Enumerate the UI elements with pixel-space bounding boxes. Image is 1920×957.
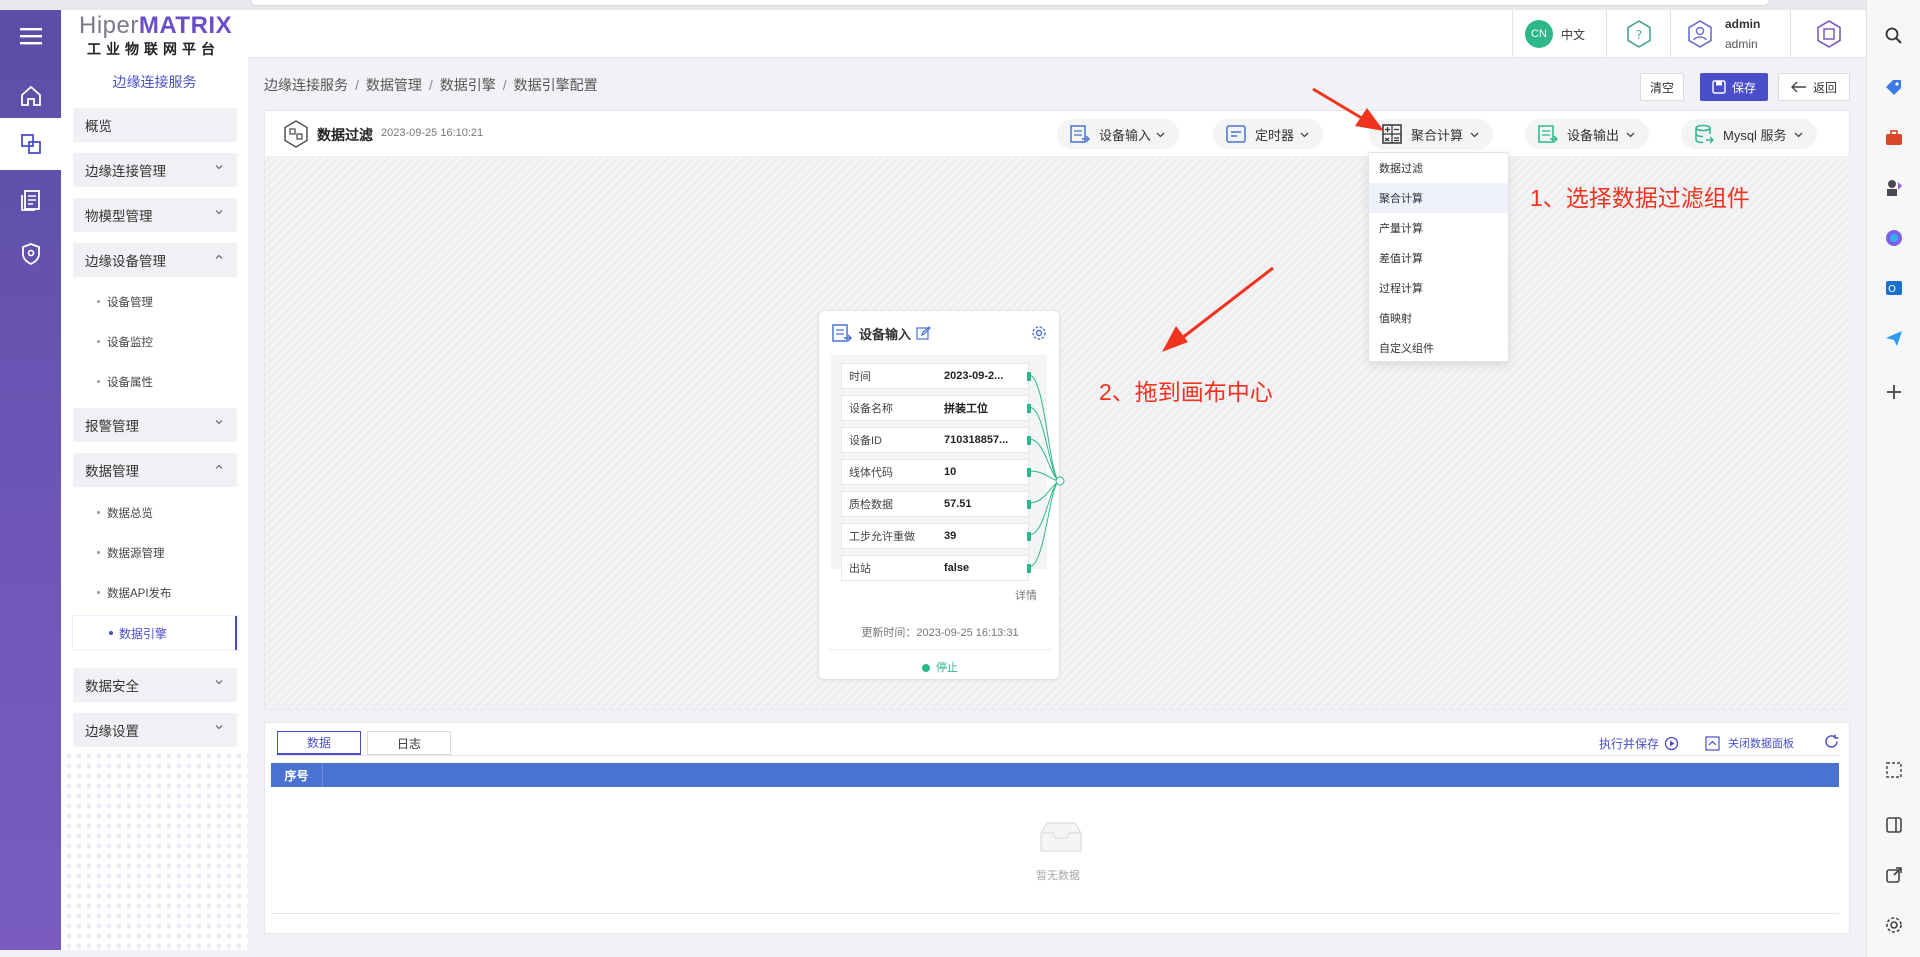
column-index: 序号	[271, 763, 323, 787]
collapse-icon	[1705, 735, 1720, 751]
empty-inbox-icon	[1040, 822, 1082, 852]
annotation-step1: 1、选择数据过滤组件	[1530, 185, 1750, 211]
refresh-icon[interactable]	[1823, 733, 1840, 750]
app-root: HiperMATRIX 工业物联网平台 边缘连接服务 概览 边缘连接管理 物模型…	[0, 0, 1920, 957]
close-data-panel-button[interactable]: 关闭数据面板	[1705, 735, 1794, 751]
data-panel: 数据 日志 执行并保存 关闭数据面板 序号 暂无数据	[264, 722, 1850, 934]
table-header: 序号	[271, 763, 1839, 787]
tab-log[interactable]: 日志	[367, 731, 451, 755]
run-and-save-button[interactable]: 执行并保存	[1599, 735, 1679, 752]
tab-data[interactable]: 数据	[277, 731, 361, 755]
play-circle-icon	[1664, 736, 1679, 751]
annotation-step2: 2、拖到画布中心	[1099, 379, 1273, 405]
empty-state-text: 暂无数据	[1036, 870, 1080, 882]
